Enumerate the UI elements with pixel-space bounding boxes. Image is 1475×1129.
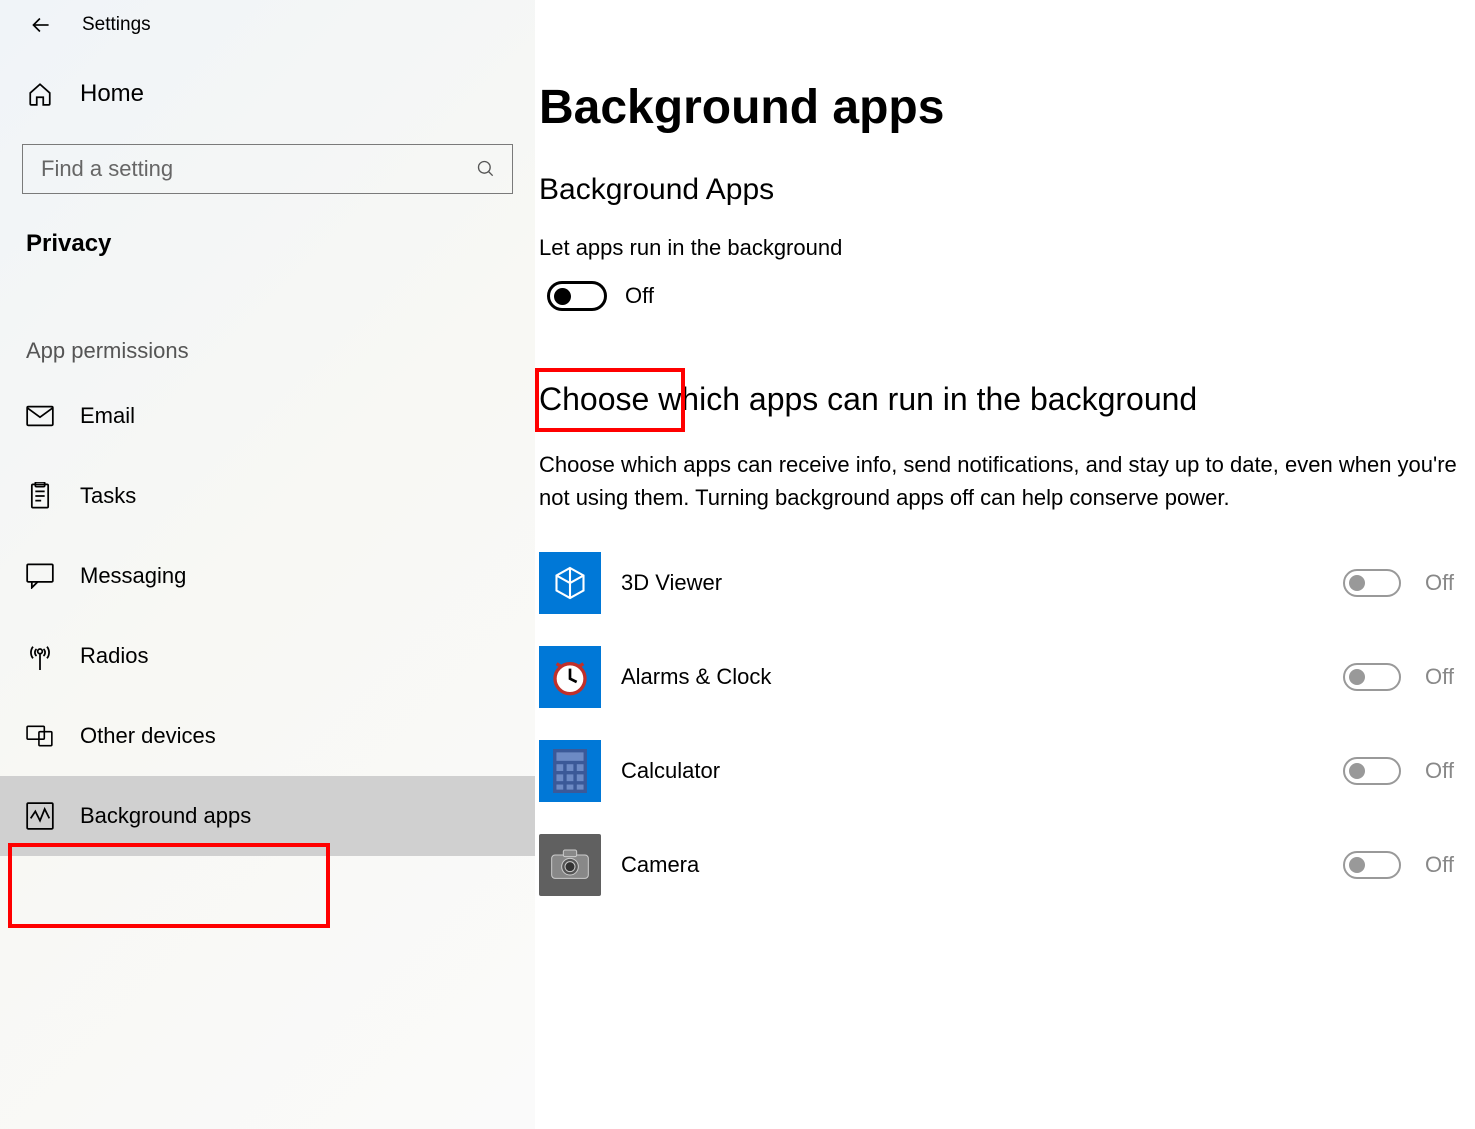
app-toggle-state: Off bbox=[1425, 664, 1475, 690]
sidebar-item-label: Other devices bbox=[80, 723, 216, 749]
sidebar-item-radios[interactable]: Radios bbox=[0, 616, 535, 696]
category-label: Privacy bbox=[0, 212, 535, 270]
home-nav[interactable]: Home bbox=[0, 56, 535, 132]
home-icon bbox=[26, 80, 54, 108]
search-input[interactable] bbox=[41, 156, 476, 182]
search-icon bbox=[476, 159, 496, 179]
sidebar: Settings Home Privacy App permissions Em… bbox=[0, 0, 535, 1129]
app-name: Camera bbox=[621, 852, 1343, 878]
main-toggle-state: Off bbox=[625, 283, 654, 309]
page-title: Background apps bbox=[539, 80, 1475, 135]
main-toggle-label: Let apps run in the background bbox=[539, 235, 1475, 261]
sidebar-item-label: Background apps bbox=[80, 803, 251, 829]
sidebar-item-tasks[interactable]: Tasks bbox=[0, 456, 535, 536]
section-heading-1: Background Apps bbox=[539, 173, 1475, 207]
app-icon-calculator bbox=[539, 740, 601, 802]
app-icon-camera bbox=[539, 834, 601, 896]
annotation-highlight-sidebar bbox=[8, 843, 330, 928]
clipboard-icon bbox=[26, 482, 54, 510]
app-toggle-state: Off bbox=[1425, 852, 1475, 878]
app-icon-alarms-clock bbox=[539, 646, 601, 708]
app-toggle[interactable] bbox=[1343, 663, 1401, 691]
sidebar-item-label: Messaging bbox=[80, 563, 186, 589]
search-box[interactable] bbox=[22, 144, 513, 194]
main-toggle[interactable] bbox=[547, 281, 607, 311]
app-icon-3d-viewer bbox=[539, 552, 601, 614]
sidebar-item-label: Radios bbox=[80, 643, 148, 669]
app-toggle-state: Off bbox=[1425, 758, 1475, 784]
mail-icon bbox=[26, 402, 54, 430]
back-button[interactable] bbox=[28, 12, 54, 38]
app-toggle-state: Off bbox=[1425, 570, 1475, 596]
antenna-icon bbox=[26, 642, 54, 670]
window-title: Settings bbox=[82, 14, 151, 36]
app-list: 3D Viewer Off Alarms & Clock Off Calcula… bbox=[539, 536, 1475, 912]
home-label: Home bbox=[80, 80, 144, 108]
app-name: 3D Viewer bbox=[621, 570, 1343, 596]
sidebar-item-label: Email bbox=[80, 403, 135, 429]
app-toggle[interactable] bbox=[1343, 569, 1401, 597]
app-row: Alarms & Clock Off bbox=[539, 630, 1475, 724]
sidebar-item-messaging[interactable]: Messaging bbox=[0, 536, 535, 616]
app-row: 3D Viewer Off bbox=[539, 536, 1475, 630]
devices-icon bbox=[26, 722, 54, 750]
section-label: App permissions bbox=[0, 270, 535, 376]
app-row: Calculator Off bbox=[539, 724, 1475, 818]
activity-icon bbox=[26, 802, 54, 830]
description-text: Choose which apps can receive info, send… bbox=[539, 448, 1475, 514]
sidebar-item-label: Tasks bbox=[80, 483, 136, 509]
app-name: Alarms & Clock bbox=[621, 664, 1343, 690]
main-toggle-group: Off bbox=[539, 273, 1475, 319]
app-name: Calculator bbox=[621, 758, 1343, 784]
arrow-left-icon bbox=[28, 12, 54, 38]
annotation-highlight-toggle bbox=[535, 368, 685, 432]
chat-icon bbox=[26, 562, 54, 590]
content-pane: Background apps Background Apps Let apps… bbox=[535, 0, 1475, 1129]
app-toggle[interactable] bbox=[1343, 757, 1401, 785]
app-toggle[interactable] bbox=[1343, 851, 1401, 879]
app-row: Camera Off bbox=[539, 818, 1475, 912]
titlebar: Settings bbox=[0, 0, 535, 56]
sidebar-item-email[interactable]: Email bbox=[0, 376, 535, 456]
sidebar-item-other-devices[interactable]: Other devices bbox=[0, 696, 535, 776]
